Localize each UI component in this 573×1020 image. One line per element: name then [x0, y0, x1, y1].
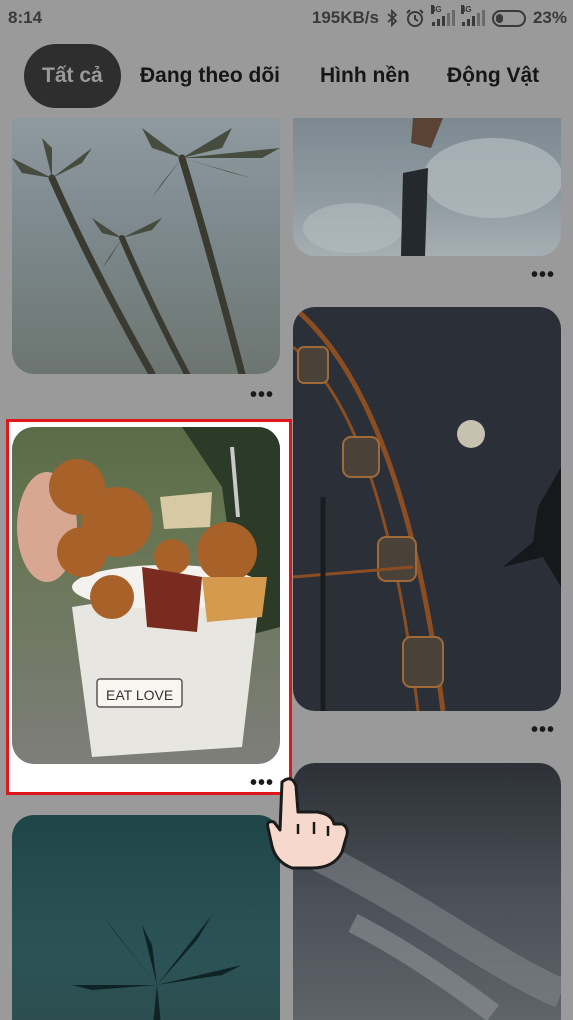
bluetooth-icon — [387, 9, 398, 27]
tap-hand-pointer-icon — [266, 777, 349, 870]
hand-sky-image — [303, 118, 561, 256]
signal-4g-icon: 4G — [460, 5, 485, 26]
tab-animals[interactable]: Động Vật — [447, 44, 539, 108]
pin-palm-trees[interactable] — [12, 118, 280, 374]
food-brand-label: EAT LOVE — [106, 687, 173, 703]
pin-hand-sky[interactable] — [293, 118, 561, 256]
teal-palm-image — [72, 915, 242, 1020]
ferris-wheel-image — [293, 307, 561, 711]
tab-all[interactable]: Tất cả — [24, 44, 121, 108]
fried-chicken-image: EAT LOVE — [17, 427, 280, 757]
battery-percent: 23% — [532, 8, 567, 27]
status-bar: 8:14 195KB/s 3G 4G 23% — [0, 0, 573, 36]
pin-more-button[interactable]: ••• — [250, 385, 274, 405]
tab-wallpaper[interactable]: Hình nền — [320, 44, 410, 108]
status-time: 8:14 — [8, 8, 43, 27]
signal-4g-label: 4G — [460, 5, 472, 14]
pin-teal-palm[interactable] — [12, 815, 280, 1020]
signal-3g-label: 3G — [430, 5, 442, 14]
palm-tree-image — [12, 128, 280, 374]
signal-3g-icon: 3G — [430, 5, 455, 26]
status-right: 195KB/s 3G 4G 23% — [311, 5, 567, 28]
tab-following[interactable]: Đang theo dõi — [140, 44, 280, 108]
pin-ferris-wheel[interactable] — [293, 307, 561, 711]
category-tabs: Tất cả Đang theo dõi Hình nền Động Vật — [0, 44, 573, 108]
pin-more-button-3[interactable]: ••• — [531, 720, 555, 740]
pin-more-button-2[interactable]: ••• — [531, 265, 555, 285]
alarm-icon — [406, 9, 424, 27]
pin-fried-chicken[interactable]: EAT LOVE — [12, 427, 280, 764]
battery-icon — [491, 9, 526, 27]
network-speed: 195KB/s — [311, 8, 379, 27]
